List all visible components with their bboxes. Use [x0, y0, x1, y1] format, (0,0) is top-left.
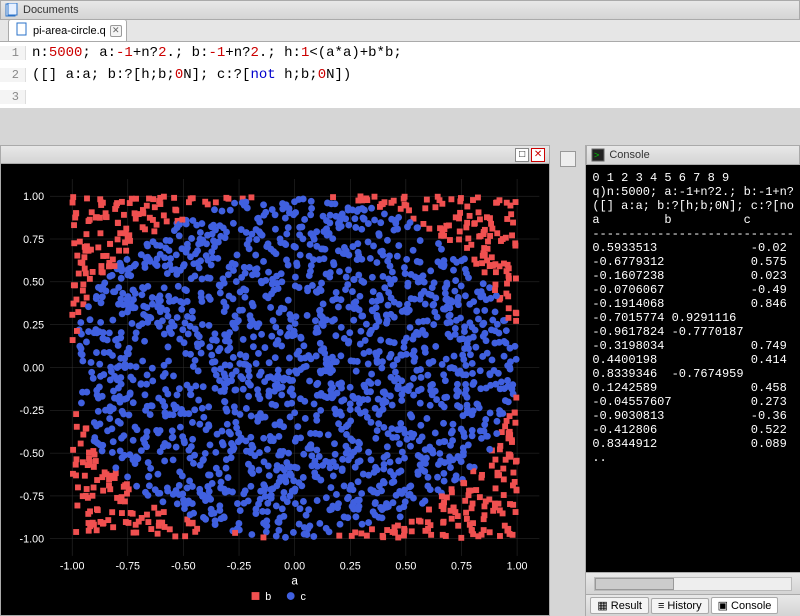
svg-text:b: b — [265, 591, 271, 603]
svg-text:-0.25: -0.25 — [20, 405, 45, 417]
svg-text:-0.75: -0.75 — [20, 491, 45, 503]
code-line[interactable]: ([] a:a; b:?[h;b;0N]; c:?[not h;b;0N]) — [26, 67, 351, 83]
svg-text:0.50: 0.50 — [23, 277, 44, 289]
svg-text:-0.50: -0.50 — [171, 561, 196, 573]
console-panel: > Console 0 1 2 3 4 5 6 7 8 9 q)n:5000; … — [585, 145, 800, 616]
code-editor[interactable]: 1 n:5000; a:-1+n?2.; b:-1+n?2.; h:1<(a*a… — [0, 42, 800, 108]
svg-text:0.75: 0.75 — [23, 234, 44, 246]
close-icon[interactable]: ✕ — [531, 148, 545, 162]
chart-panel: □ ✕ -1.00 -0.75 -0.50 -0.25 0.00 0.25 0.50 0.75… — [0, 145, 550, 616]
documents-title: Documents — [23, 4, 79, 16]
tab-filename: pi-area-circle.q — [33, 25, 106, 37]
line-number: 2 — [0, 68, 26, 82]
svg-text:0.75: 0.75 — [451, 561, 472, 573]
editor-tab[interactable]: pi-area-circle.q ✕ — [8, 19, 127, 41]
svg-text:-1.00: -1.00 — [20, 534, 45, 546]
svg-text:0.50: 0.50 — [395, 561, 416, 573]
svg-text:1.00: 1.00 — [507, 561, 528, 573]
svg-text:-0.25: -0.25 — [227, 561, 252, 573]
result-icon: ▦ — [597, 599, 607, 612]
line-number: 3 — [0, 90, 26, 104]
tab-history[interactable]: ≡ History — [651, 598, 709, 614]
svg-text:-0.50: -0.50 — [20, 448, 45, 460]
close-icon[interactable]: ✕ — [110, 25, 122, 37]
svg-text:0.00: 0.00 — [284, 561, 305, 573]
editor-tab-bar: pi-area-circle.q ✕ — [0, 20, 800, 42]
svg-text:a: a — [291, 574, 298, 587]
vertical-splitter[interactable] — [550, 145, 585, 616]
documents-pane-header: Documents — [0, 0, 800, 20]
tab-console[interactable]: ▣ Console — [711, 597, 779, 614]
svg-text:0.00: 0.00 — [23, 362, 44, 374]
line-number: 1 — [0, 46, 26, 60]
documents-icon — [5, 3, 19, 17]
chart-plot-area[interactable]: -1.00 -0.75 -0.50 -0.25 0.00 0.25 0.50 0.75 1.00… — [1, 164, 549, 615]
svg-text:0.25: 0.25 — [23, 320, 44, 332]
link-icon[interactable] — [560, 151, 576, 167]
console-icon: ▣ — [718, 599, 728, 612]
svg-text:-0.75: -0.75 — [116, 561, 141, 573]
chart-toolbar: □ ✕ — [1, 146, 549, 164]
code-line[interactable]: n:5000; a:-1+n?2.; b:-1+n?2.; h:1<(a*a)+… — [26, 45, 402, 61]
console-tab-bar: ▦ Result ≡ History ▣ Console — [586, 594, 800, 616]
svg-text:1.00: 1.00 — [23, 191, 44, 203]
svg-text:-1.00: -1.00 — [60, 561, 85, 573]
console-output[interactable]: 0 1 2 3 4 5 6 7 8 9 q)n:5000; a:-1+n?2.;… — [586, 165, 800, 572]
maximize-icon[interactable]: □ — [515, 148, 529, 162]
console-icon: > — [591, 148, 605, 162]
svg-text:c: c — [301, 591, 307, 603]
console-header: > Console — [586, 145, 800, 165]
history-icon: ≡ — [658, 600, 664, 612]
tab-result[interactable]: ▦ Result — [590, 597, 649, 614]
console-scrollbar-row — [586, 572, 800, 594]
svg-text:0.25: 0.25 — [340, 561, 361, 573]
scatter-chart: -1.00 -0.75 -0.50 -0.25 0.00 0.25 0.50 0.75 1.00… — [1, 164, 549, 615]
console-title: Console — [609, 149, 649, 161]
horizontal-scrollbar[interactable] — [594, 577, 792, 591]
svg-text:>: > — [594, 150, 599, 160]
file-icon — [15, 22, 29, 39]
scrollbar-thumb[interactable] — [595, 578, 673, 590]
